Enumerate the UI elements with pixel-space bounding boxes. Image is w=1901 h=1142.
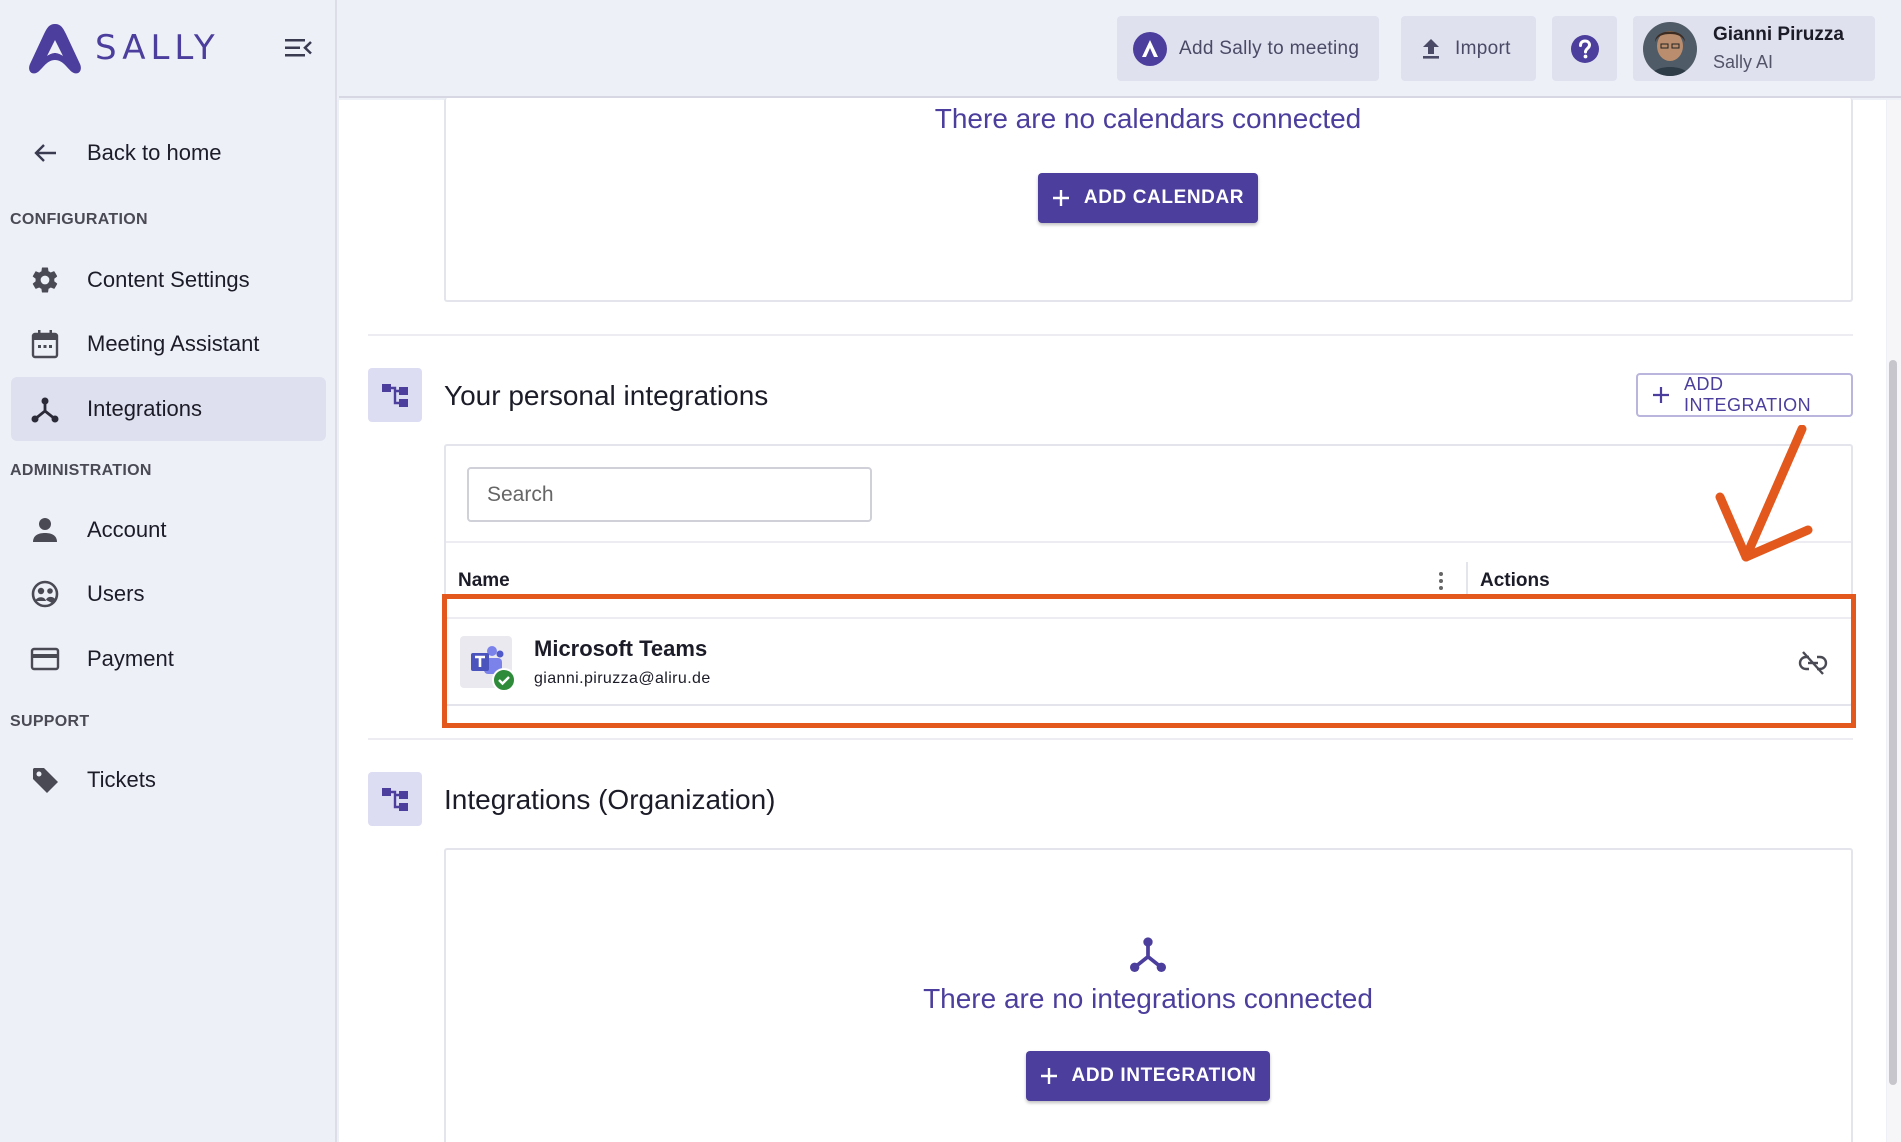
integrations-icon — [29, 393, 61, 425]
connected-check-icon — [492, 668, 516, 692]
unlink-icon[interactable] — [1798, 650, 1828, 676]
user-org: Sally AI — [1713, 52, 1774, 72]
back-to-home-link[interactable]: Back to home — [11, 121, 326, 185]
sally-logo-icon — [29, 24, 81, 74]
search-input[interactable] — [467, 467, 872, 522]
sidebar-item-content-settings[interactable]: Content Settings — [11, 248, 326, 312]
arrow-left-icon — [29, 137, 61, 169]
tag-icon — [29, 764, 61, 796]
no-calendars-text: There are no calendars connected — [934, 103, 1362, 134]
logo-text: SALLY — [95, 28, 220, 68]
import-button[interactable]: Import — [1401, 16, 1536, 81]
sally-logo[interactable]: SALLY — [25, 20, 220, 76]
integration-section-icon — [368, 772, 422, 826]
sidebar-item-label: Integrations — [87, 396, 202, 421]
table-row[interactable] — [446, 619, 1851, 705]
column-menu-icon[interactable] — [1438, 571, 1444, 596]
divider — [368, 334, 1853, 336]
import-label: Import — [1455, 37, 1511, 59]
add-calendar-button[interactable]: ADD CALENDAR — [1038, 173, 1258, 223]
add-integration-label: ADD INTEGRATION — [1071, 1065, 1257, 1086]
add-sally-label: Add Sally to meeting — [1179, 37, 1360, 59]
table-divider — [446, 541, 1851, 543]
org-integrations-title: Integrations (Organization) — [444, 784, 776, 815]
users-globe-icon — [29, 578, 61, 610]
sidebar-item-meeting-assistant[interactable]: Meeting Assistant — [11, 312, 326, 376]
gear-icon — [29, 264, 61, 296]
plus-icon — [1052, 189, 1070, 207]
collapse-menu-icon[interactable] — [283, 36, 313, 60]
avatar — [1643, 21, 1697, 76]
person-icon — [29, 514, 61, 546]
plus-icon — [1040, 1067, 1058, 1085]
user-menu-button[interactable]: Gianni Piruzza Sally AI — [1633, 16, 1875, 81]
user-name: Gianni Piruzza — [1713, 24, 1844, 45]
column-header-name: Name — [458, 570, 510, 591]
sidebar-item-payment[interactable]: Payment — [11, 627, 326, 691]
personal-integrations-title: Your personal integrations — [444, 380, 769, 411]
sally-circle-icon — [1133, 31, 1167, 66]
sidebar-item-integrations[interactable]: Integrations — [11, 377, 326, 441]
sidebar-item-label: Tickets — [87, 767, 156, 792]
add-sally-to-meeting-button[interactable]: Add Sally to meeting — [1117, 16, 1379, 81]
calendar-icon — [29, 328, 61, 360]
sidebar-item-label: Account — [87, 517, 167, 542]
section-administration: ADMINISTRATION — [10, 462, 152, 479]
sidebar: SALLY Back to home CONFIGURATION Content… — [0, 0, 337, 1142]
add-integration-button[interactable]: ADD INTEGRATION — [1026, 1051, 1270, 1101]
credit-card-icon — [29, 643, 61, 675]
section-configuration: CONFIGURATION — [10, 211, 148, 228]
back-to-home-label: Back to home — [87, 140, 222, 165]
sidebar-item-label: Content Settings — [87, 267, 250, 292]
top-bar: Add Sally to meeting Import Gianni Piruz… — [339, 0, 1901, 98]
integration-name: Microsoft Teams — [534, 636, 708, 661]
no-integrations-text: There are no integrations connected — [923, 983, 1373, 1014]
sidebar-item-label: Payment — [87, 646, 174, 671]
integration-email: gianni.piruzza@aliru.de — [534, 670, 711, 687]
sidebar-item-account[interactable]: Account — [11, 498, 326, 562]
integrations-icon — [1128, 934, 1168, 974]
add-integration-label: ADD INTEGRATION — [1684, 374, 1812, 415]
column-header-actions: Actions — [1480, 570, 1550, 591]
sidebar-item-label: Meeting Assistant — [87, 331, 260, 356]
add-integration-outline-button[interactable]: ADD INTEGRATION — [1636, 373, 1853, 417]
sidebar-item-tickets[interactable]: Tickets — [11, 748, 326, 812]
scrollbar-thumb[interactable] — [1889, 360, 1897, 1085]
section-support: SUPPORT — [10, 713, 90, 730]
plus-icon — [1652, 386, 1670, 404]
help-button[interactable] — [1552, 16, 1617, 81]
divider — [368, 738, 1853, 740]
sidebar-item-label: Users — [87, 581, 145, 606]
integration-section-icon — [368, 368, 422, 422]
help-icon — [1570, 34, 1600, 64]
upload-icon — [1421, 37, 1441, 61]
sidebar-item-users[interactable]: Users — [11, 562, 326, 626]
column-separator[interactable] — [1466, 562, 1468, 598]
add-calendar-label: ADD CALENDAR — [1083, 187, 1245, 208]
